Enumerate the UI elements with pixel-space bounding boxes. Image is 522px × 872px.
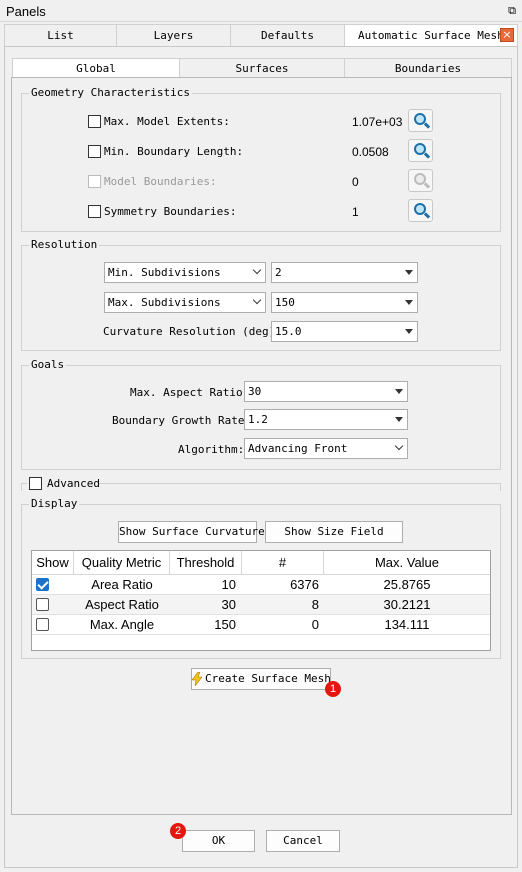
max-model-extents-label: Max. Model Extents:: [104, 115, 230, 128]
column-header-count[interactable]: #: [242, 551, 324, 575]
model-boundaries-label: Model Boundaries:: [104, 175, 217, 188]
create-surface-mesh-label: Create Surface Mesh: [205, 672, 331, 685]
count-cell: 8: [311, 597, 319, 612]
column-header-show[interactable]: Show: [32, 551, 74, 575]
lightning-bolt-icon: [192, 672, 202, 686]
symmetry-boundaries-value: 1: [352, 205, 359, 219]
model-boundaries-value: 0: [352, 175, 359, 189]
algorithm-select[interactable]: Advancing Front: [244, 438, 408, 459]
tab-list[interactable]: List: [4, 24, 117, 46]
column-header-max-value[interactable]: Max. Value: [324, 551, 490, 575]
float-window-icon[interactable]: ⧉: [508, 4, 516, 18]
table-row[interactable]: Max. Angle 150 0 134.111: [32, 615, 490, 635]
chevron-down-icon: [252, 295, 262, 305]
min-subdivisions-value: 2: [275, 266, 282, 279]
close-tab-icon[interactable]: ×: [500, 28, 514, 42]
symmetry-boundaries-checkbox[interactable]: [88, 205, 101, 218]
show-aspect-ratio-checkbox[interactable]: [36, 598, 49, 611]
tab-automatic-surface-mesh[interactable]: Automatic Surface Mesh ×: [344, 24, 518, 47]
column-header-threshold[interactable]: Threshold: [170, 551, 242, 575]
table-row[interactable]: Aspect Ratio 30 8 30.2121: [32, 595, 490, 615]
metric-cell: Area Ratio: [91, 577, 153, 592]
chevron-down-icon: [394, 441, 404, 451]
max-model-extents-zoom-button[interactable]: [408, 109, 433, 132]
display-group-title: Display: [29, 497, 80, 510]
min-subdivisions-input[interactable]: 2: [271, 262, 418, 283]
max-value-cell: 134.111: [384, 617, 430, 632]
count-cell: 6376: [290, 577, 319, 592]
chevron-down-icon: [252, 265, 262, 275]
model-boundaries-zoom-button: [408, 169, 433, 192]
min-boundary-length-value: 0.0508: [352, 145, 389, 159]
show-surface-curvature-button[interactable]: Show Surface Curvature: [118, 521, 265, 543]
min-boundary-length-zoom-button[interactable]: [408, 139, 433, 162]
max-subdivisions-input[interactable]: 150: [271, 292, 418, 313]
resolution-group-title: Resolution: [29, 238, 100, 251]
max-model-extents-checkbox[interactable]: [88, 115, 101, 128]
min-subdivisions-type-select[interactable]: Min. Subdivisions: [104, 262, 266, 283]
advanced-checkbox[interactable]: [29, 477, 42, 490]
tab-boundaries[interactable]: Boundaries: [344, 58, 512, 78]
step-badge-1: 1: [325, 681, 341, 697]
sub-tab-bar: Global Surfaces Boundaries: [12, 58, 512, 78]
dropdown-arrow-icon: [395, 389, 403, 394]
max-model-extents-value: 1.07e+03: [352, 115, 403, 129]
max-subdivisions-value: 150: [275, 296, 295, 309]
tab-automatic-surface-mesh-label: Automatic Surface Mesh: [358, 29, 504, 42]
boundary-growth-rate-value: 1.2: [248, 413, 268, 426]
tab-defaults[interactable]: Defaults: [230, 24, 345, 46]
table-row[interactable]: Area Ratio 10 6376 25.8765: [32, 575, 490, 595]
cancel-button[interactable]: Cancel: [266, 830, 340, 852]
symmetry-boundaries-label: Symmetry Boundaries:: [104, 205, 237, 218]
tab-surfaces[interactable]: Surfaces: [179, 58, 345, 78]
advanced-label: Advanced: [47, 477, 100, 490]
max-aspect-ratio-value: 30: [248, 385, 262, 398]
top-tab-bar: List Layers Defaults Automatic Surface M…: [4, 24, 518, 47]
min-subdivisions-type-value: Min. Subdivisions: [108, 266, 221, 279]
geometry-group-title: Geometry Characteristics: [29, 86, 192, 99]
threshold-cell: 30: [221, 597, 236, 612]
panel-title: Panels: [6, 4, 46, 19]
max-value-cell: 30.2121: [383, 597, 431, 612]
show-max-angle-checkbox[interactable]: [36, 618, 49, 631]
metric-cell: Aspect Ratio: [85, 597, 159, 612]
create-surface-mesh-button[interactable]: Create Surface Mesh: [191, 668, 331, 690]
max-subdivisions-type-select[interactable]: Max. Subdivisions: [104, 292, 266, 313]
min-boundary-length-label: Min. Boundary Length:: [104, 145, 244, 158]
max-value-cell: 25.8765: [383, 577, 431, 592]
dropdown-arrow-icon: [405, 300, 413, 305]
dropdown-arrow-icon: [405, 329, 413, 334]
tab-layers[interactable]: Layers: [116, 24, 231, 46]
tab-global[interactable]: Global: [12, 58, 180, 78]
threshold-cell: 10: [221, 577, 236, 592]
show-size-field-button[interactable]: Show Size Field: [265, 521, 403, 543]
curvature-resolution-label: Curvature Resolution (deg):: [103, 325, 282, 338]
max-aspect-ratio-label: Max. Aspect Ratio:: [130, 386, 250, 399]
goals-group-title: Goals: [29, 358, 67, 371]
algorithm-label: Algorithm:: [178, 443, 245, 456]
dropdown-arrow-icon: [395, 417, 403, 422]
max-subdivisions-type-value: Max. Subdivisions: [108, 296, 221, 309]
show-area-ratio-checkbox[interactable]: [36, 578, 49, 591]
algorithm-value: Advancing Front: [248, 442, 348, 455]
step-badge-2: 2: [170, 823, 186, 839]
quality-metric-table: Show Quality Metric Threshold # Max. Val…: [31, 550, 491, 651]
boundary-growth-rate-input[interactable]: 1.2: [244, 409, 408, 430]
dropdown-arrow-icon: [405, 270, 413, 275]
column-header-quality-metric[interactable]: Quality Metric: [74, 551, 170, 575]
ok-button[interactable]: OK: [182, 830, 255, 852]
count-cell: 0: [311, 617, 319, 632]
threshold-cell: 150: [214, 617, 236, 632]
metric-cell: Max. Angle: [89, 617, 155, 632]
model-boundaries-checkbox: [88, 175, 101, 188]
min-boundary-length-checkbox[interactable]: [88, 145, 101, 158]
curvature-resolution-value: 15.0: [275, 325, 302, 338]
max-aspect-ratio-input[interactable]: 30: [244, 381, 408, 402]
boundary-growth-rate-label: Boundary Growth Rate:: [112, 414, 252, 427]
curvature-resolution-input[interactable]: 15.0: [271, 321, 418, 342]
panel-title-bar: Panels ⧉: [0, 0, 522, 22]
symmetry-boundaries-zoom-button[interactable]: [408, 199, 433, 222]
